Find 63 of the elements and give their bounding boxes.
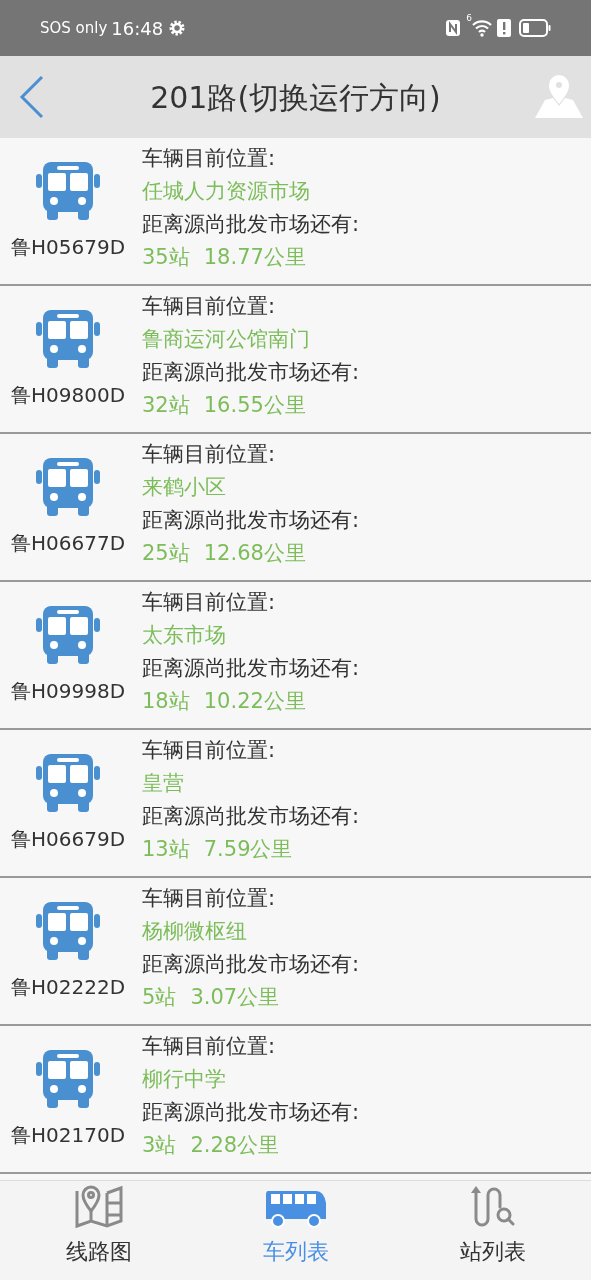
map-pin-icon <box>533 74 585 120</box>
distance-label: 距离源尚批发市场还有: <box>142 951 360 978</box>
distance-label: 距离源尚批发市场还有: <box>142 803 360 830</box>
license-plate: 鲁H02170D <box>10 1122 126 1149</box>
clock-time: 16:48 <box>111 16 164 41</box>
current-stop: 鲁商运河公馆南门 <box>142 326 311 353</box>
bus-icon <box>263 1189 328 1229</box>
position-label: 车辆目前位置: <box>142 737 277 764</box>
license-plate: 鲁H06677D <box>10 530 126 557</box>
bus-icon <box>35 752 101 814</box>
stops-remaining: 25站 <box>142 540 190 567</box>
distance-remaining: 18.77公里 <box>203 244 306 271</box>
bus-icon <box>35 160 101 222</box>
wifi-icon <box>472 19 492 37</box>
stops-remaining: 32站 <box>142 392 190 419</box>
stops-remaining: 5站 <box>142 984 177 1011</box>
position-label: 车辆目前位置: <box>142 441 277 468</box>
position-label: 车辆目前位置: <box>142 293 277 320</box>
page-title: 201路(切换运行方向) <box>149 78 442 117</box>
license-plate: 鲁H09800D <box>10 382 126 409</box>
position-label: 车辆目前位置: <box>142 885 277 912</box>
position-label: 车辆目前位置: <box>142 1033 277 1060</box>
bus-icon <box>35 456 101 518</box>
settings-icon <box>169 20 186 36</box>
bus-icon <box>35 1048 101 1110</box>
wifi-generation-text: 6 <box>466 12 472 25</box>
bus-icon <box>35 308 101 370</box>
battery-icon <box>519 19 551 37</box>
stops-remaining: 18站 <box>142 688 190 715</box>
bus-icon <box>35 604 101 666</box>
stops-remaining: 35站 <box>142 244 190 271</box>
nfc-icon <box>445 19 462 37</box>
distance-remaining: 10.22公里 <box>203 688 306 715</box>
current-stop: 杨柳微枢纽 <box>142 918 248 945</box>
nav-tab[interactable]: 线路图 <box>0 1181 197 1280</box>
distance-remaining: 3.07公里 <box>190 984 280 1011</box>
distance-label: 距离源尚批发市场还有: <box>142 507 360 534</box>
license-plate: 鲁H09998D <box>10 678 126 705</box>
distance-label: 距离源尚批发市场还有: <box>142 655 360 682</box>
license-plate: 鲁H06679D <box>10 826 126 853</box>
distance-label: 距离源尚批发市场还有: <box>142 359 360 386</box>
distance-label: 距离源尚批发市场还有: <box>142 1099 360 1126</box>
current-stop: 来鹤小区 <box>142 474 227 501</box>
distance-remaining: 12.68公里 <box>203 540 306 567</box>
license-plate: 鲁H05679D <box>10 234 126 261</box>
distance-remaining: 16.55公里 <box>203 392 306 419</box>
current-stop: 太东市场 <box>142 622 227 649</box>
position-label: 车辆目前位置: <box>142 589 277 616</box>
license-plate: 鲁H02222D <box>10 974 126 1001</box>
distance-label: 距离源尚批发市场还有: <box>142 211 360 238</box>
stops-remaining: 3站 <box>142 1132 177 1159</box>
nav-tab[interactable]: 站列表 <box>394 1181 591 1280</box>
current-stop: 任城人力资源市场 <box>142 178 311 205</box>
back-icon <box>19 75 45 119</box>
current-stop: 柳行中学 <box>142 1066 227 1093</box>
alert-icon <box>497 19 511 37</box>
distance-remaining: 2.28公里 <box>190 1132 280 1159</box>
bus-icon <box>35 900 101 962</box>
carrier-text: SOS only <box>40 17 108 39</box>
current-stop: 皇营 <box>142 770 185 797</box>
stops-remaining: 13站 <box>142 836 190 863</box>
position-label: 车辆目前位置: <box>142 145 277 172</box>
distance-remaining: 7.59公里 <box>203 836 293 863</box>
